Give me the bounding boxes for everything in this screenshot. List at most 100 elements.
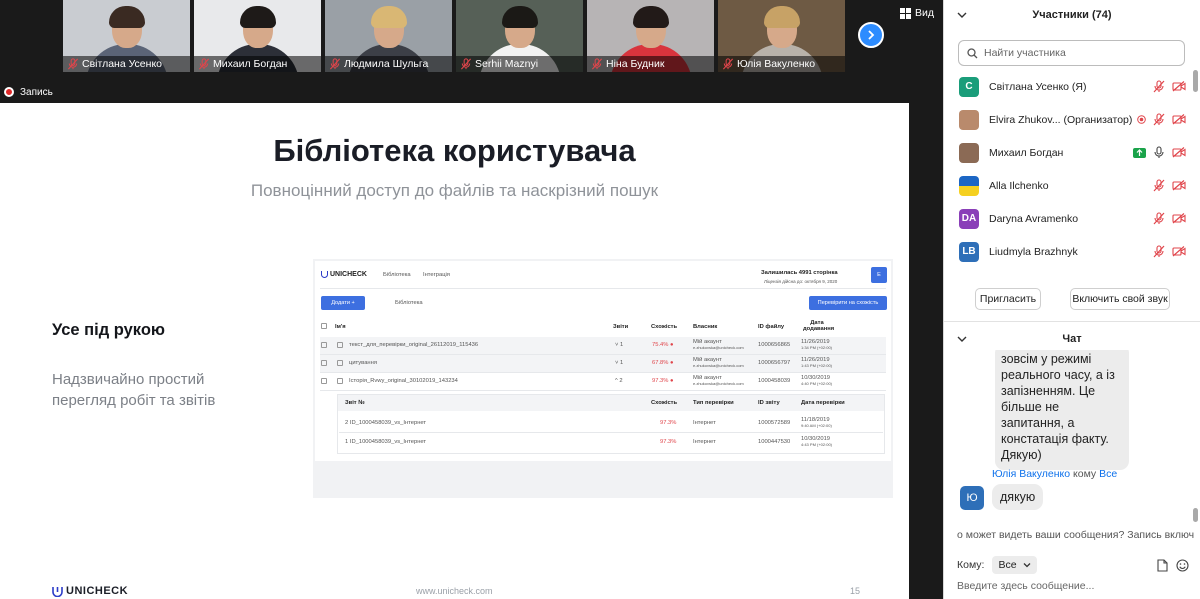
mock-similarity: 67.8% ●	[652, 360, 674, 366]
avatar	[959, 175, 979, 196]
unmute-button[interactable]: Включить свой звук	[1070, 288, 1170, 310]
person-hair	[763, 6, 800, 28]
chevron-down-icon[interactable]	[957, 10, 967, 20]
view-label: Вид	[915, 7, 934, 19]
participant-video-tile[interactable]: Юлія Вакуленко	[718, 0, 845, 72]
chat-messages: зовсім у режимі реального часу, а із зап…	[944, 350, 1200, 520]
mock-similarity: 97.3% ●	[652, 378, 674, 384]
footer-url: www.unicheck.com	[416, 586, 493, 596]
mock-owner-email: e.zhukovska@unicheck.com	[693, 381, 744, 386]
mock-nav-item: Бібліотека	[383, 272, 411, 278]
screen-share-icon	[1133, 147, 1146, 158]
participant-status-icons	[1153, 80, 1186, 93]
mock-column-header: Схожість	[651, 324, 678, 330]
video-off-icon	[1172, 246, 1186, 257]
mock-reports-count: ˅ 1	[615, 342, 624, 348]
avatar: DA	[959, 208, 979, 229]
mock-subcolumn-header: Тип перевірки	[693, 400, 734, 406]
participant-row[interactable]: Михаил Богдан	[944, 136, 1192, 169]
participants-title: Участники (74)	[1032, 9, 1112, 21]
recipient-select[interactable]: Все	[992, 556, 1037, 574]
participant-status-icons	[1137, 113, 1186, 126]
app-screenshot-content: UNICHECK Бібліотека Інтеграція Залишилась 4…	[315, 261, 891, 461]
mock-similarity: 75.4% ●	[652, 342, 674, 348]
mock-user-button: E	[871, 267, 887, 283]
mic-muted-icon	[67, 58, 79, 70]
video-off-icon	[1172, 114, 1186, 125]
mic-muted-icon	[1153, 212, 1165, 225]
mic-muted-icon	[1153, 80, 1165, 93]
mock-row-divider	[320, 390, 886, 391]
mock-subcolumn-header: ID звіту	[758, 400, 780, 406]
zoom-meeting-window: Світлана Усенко Михаил Богдан Людмила Шуль…	[0, 0, 1200, 599]
mock-report-name: 2 ID_1000458039_vs_Інтернет	[345, 420, 427, 426]
participant-row[interactable]: Alla Ilchenko	[944, 169, 1192, 202]
next-page-button[interactable]	[858, 22, 884, 48]
avatar: LB	[959, 241, 979, 262]
mock-report-id: 1000447530	[758, 439, 791, 445]
mock-column-header: Ім'я	[335, 324, 346, 330]
mock-header-divider	[320, 288, 886, 289]
participant-video-tile[interactable]: Людмила Шульга	[325, 0, 452, 72]
mock-file-name: текст_для_перевірки_original_26112019_11…	[349, 342, 479, 348]
recording-indicator[interactable]: Запись	[0, 82, 943, 102]
mock-checkbox	[321, 360, 327, 366]
video-off-icon	[1172, 213, 1186, 224]
participant-video-tile[interactable]: Serhii Maznyi	[456, 0, 583, 72]
mock-add-button: Додати +	[321, 296, 365, 310]
mock-report-similarity: 97.3%	[660, 439, 677, 445]
mock-check-button: Перевірити на схожість	[809, 296, 887, 310]
person-hair	[239, 6, 276, 28]
chat-message-input[interactable]	[957, 580, 1187, 592]
participant-name: Світлана Усенко (Я)	[989, 80, 1087, 93]
participant-search-input[interactable]	[984, 47, 1174, 59]
mock-report-type: Інтернет	[693, 420, 716, 426]
video-off-icon	[1172, 180, 1186, 191]
participant-row[interactable]: Elvira Zhukov... (Организатор)	[944, 103, 1192, 136]
mic-muted-icon	[198, 58, 210, 70]
video-participant-name: Serhii Maznyi	[475, 58, 539, 70]
mic-muted-icon	[1153, 179, 1165, 192]
chevron-down-icon[interactable]	[957, 334, 967, 344]
file-icon[interactable]	[1157, 558, 1168, 572]
participant-search[interactable]	[958, 40, 1185, 66]
grid-view-icon	[900, 7, 911, 19]
message-sender[interactable]: Юлія Вакуленко	[992, 468, 1070, 480]
participant-status-icons	[1153, 179, 1186, 192]
participant-video-tile[interactable]: Михаил Богдан	[194, 0, 321, 72]
footer-logo: UNICHECK	[52, 585, 128, 597]
participant-row[interactable]	[944, 268, 1192, 275]
chat-visibility-note[interactable]: о может видеть ваши сообщения? Запись вк…	[954, 528, 1194, 542]
mock-column-header: Дата додавання	[803, 320, 835, 332]
slide-page-number: 15	[850, 586, 861, 596]
participant-video-tile[interactable]: Світлана Усенко	[63, 0, 190, 72]
video-participant-name: Юлія Вакуленко	[737, 58, 816, 70]
slide-left-heading: Усе під рукою	[52, 321, 166, 339]
slide-left-text: Надзвичайно простий перегляд робіт та зв…	[52, 371, 216, 409]
chat-recipient-row: Кому: Все	[957, 556, 1189, 574]
participant-list: С Світлана Усенко (Я) Elvira Zhukov... (Ор…	[944, 70, 1192, 275]
video-off-icon	[1172, 81, 1186, 92]
mock-owner-email: e.zhukovska@unicheck.com	[693, 363, 744, 368]
person-hair	[632, 6, 669, 28]
emoji-icon[interactable]	[1176, 558, 1189, 572]
participant-row[interactable]: DA Daryna Avramenko	[944, 202, 1192, 235]
mock-checkbox	[321, 378, 327, 384]
message-recipient[interactable]: Все	[1099, 468, 1117, 480]
mock-subcolumn-header: Дата перевірки	[801, 400, 845, 406]
invite-button[interactable]: Пригласить	[975, 288, 1041, 310]
mock-file-icon	[337, 342, 343, 348]
participant-video-tile[interactable]: Ніна Будник	[587, 0, 714, 72]
participant-row[interactable]: LB Liudmyla Brazhnyk	[944, 235, 1192, 268]
chat-scrollbar[interactable]	[1193, 350, 1198, 522]
unicheck-logo-icon	[52, 586, 63, 597]
participants-scrollbar[interactable]	[1193, 70, 1198, 275]
mic-muted-icon	[460, 58, 472, 70]
participant-row[interactable]: С Світлана Усенко (Я)	[944, 70, 1192, 103]
video-nameplate: Ніна Будник	[587, 56, 714, 72]
mock-time: 1:43 PM (+02:00)	[801, 363, 833, 368]
chevron-right-icon	[868, 30, 875, 40]
mock-subcolumn-header: Схожість	[651, 400, 678, 406]
view-button[interactable]: Вид	[900, 6, 934, 20]
mock-report-name: 1 ID_1000458039_vs_Інтернет	[345, 439, 427, 445]
